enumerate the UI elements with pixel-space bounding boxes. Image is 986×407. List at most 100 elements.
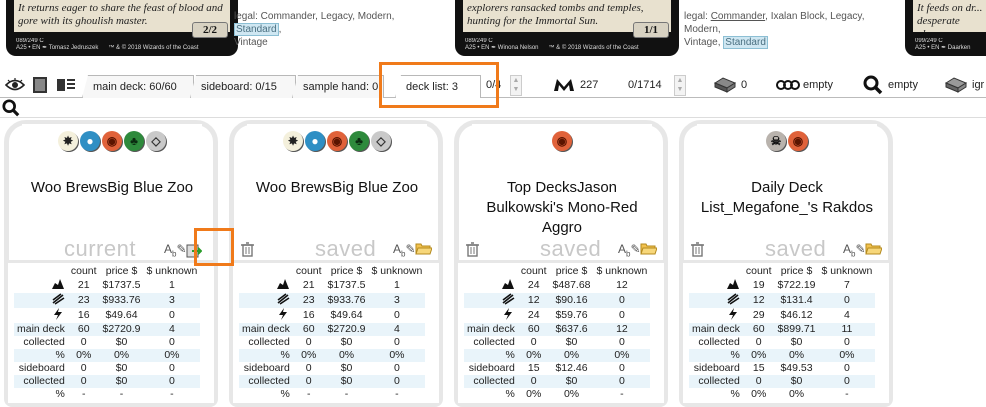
tab-sideboard[interactable]: sideboard: 0/15 <box>190 75 296 98</box>
legal-standard-tag[interactable]: Standard <box>234 23 279 36</box>
trash-icon[interactable] <box>466 242 479 260</box>
deck-panel[interactable]: ✸ ● ◉ ♣ ◇ Woo BrewsBig Blue Zoo current Ab✎ coun… <box>4 120 218 407</box>
view-list-icon[interactable] <box>55 75 77 95</box>
mana-r-icon: ◉ <box>552 131 572 151</box>
search-input[interactable] <box>20 99 980 116</box>
deck-panel[interactable]: ☠ ◉ Daily Deck List_Megafone_'s Rakdos save… <box>679 120 893 407</box>
table-cell: - <box>81 388 86 400</box>
table-cell: - <box>119 388 124 400</box>
legal-standard-tag[interactable]: Standard <box>723 36 768 49</box>
table-row: collected 0 $0 0 <box>464 336 650 349</box>
table-cell: $637.6 <box>549 323 594 336</box>
deck-stats-table: count price $ $ unknown 19 $722.19 7 12 $131.4 0… <box>689 265 876 401</box>
table-header-row: count price $ $ unknown <box>464 265 650 278</box>
mana-r-icon: ◉ <box>102 131 122 151</box>
card-credit: 089/249 C A25 • EN ✒ Winona Nelson ™ & ©… <box>465 38 639 51</box>
table-cell: - <box>395 388 399 400</box>
tab-sample-hand[interactable]: sample hand: 0 <box>292 75 384 98</box>
table-cell: 19 <box>752 279 765 291</box>
deck-panel[interactable]: ✸ ● ◉ ♣ ◇ Woo BrewsBig Blue Zoo saved Ab✎ count p… <box>229 120 443 407</box>
row-label: % <box>55 388 65 400</box>
creature-type-icon <box>14 278 68 293</box>
table-cell: 12 <box>593 323 651 336</box>
deck-stats-table: count price $ $ unknown 21 $1737.5 1 23 $933.76… <box>239 265 426 401</box>
mana-w-icon: ✸ <box>58 131 78 151</box>
rename-icon[interactable]: Ab✎ <box>164 242 187 258</box>
table-cell: $0 <box>790 336 803 348</box>
table-cell: 0 <box>755 336 762 348</box>
card-credit: 089/249 C A25 • EN ✒ Tomasz Jedruszek ™ … <box>16 38 199 51</box>
table-header-row: count price $ $ unknown <box>689 265 875 278</box>
table-cell: $933.76 <box>99 293 144 308</box>
collection-spinner[interactable]: ▲ ▼ <box>674 75 686 96</box>
table-cell: 60 <box>67 323 100 336</box>
table-cell: $0 <box>340 362 353 374</box>
collection-range: 0/1714 <box>628 79 662 91</box>
eye-icon[interactable] <box>4 75 26 95</box>
column-header: $ unknown <box>821 265 873 277</box>
deck-stats-table: count price $ $ unknown 21 $1737.5 1 23 $933.76… <box>14 265 201 401</box>
deck-title[interactable]: Woo BrewsBig Blue Zoo <box>22 178 202 198</box>
table-cell: 0 <box>618 336 625 348</box>
search-icon <box>2 99 20 120</box>
table-cell: - <box>170 388 174 400</box>
filter-label: empty <box>803 79 833 91</box>
rename-icon[interactable]: Ab✎ <box>618 242 641 258</box>
trash-icon[interactable] <box>241 242 254 260</box>
card-preview-1[interactable]: It returns eager to share the feast of b… <box>6 0 238 56</box>
deck-title[interactable]: Woo BrewsBig Blue Zoo <box>247 178 427 198</box>
ignore-box-icon[interactable] <box>944 75 968 95</box>
table-row: 21 $1737.5 1 <box>14 278 200 293</box>
deck-colors: ✸ ● ◉ ♣ ◇ <box>22 131 202 157</box>
collection-box-icon[interactable] <box>713 75 737 95</box>
deck-state-label: saved <box>765 236 827 261</box>
table-cell: 0% <box>563 388 580 400</box>
table-cell: 0% <box>751 388 767 400</box>
deck-title[interactable]: Daily Deck List_Megafone_'s Rakdos <box>697 178 877 218</box>
deck-colors: ✸ ● ◉ ♣ ◇ <box>247 131 427 157</box>
table-cell: 0% <box>368 349 426 362</box>
table-cell: 29 <box>752 309 765 321</box>
column-header: price $ <box>555 265 588 277</box>
table-row: % 0% 0% - <box>689 388 875 401</box>
table-cell: 0% <box>67 349 100 362</box>
row-label: main deck <box>14 323 68 336</box>
table-row: 12 $131.4 0 <box>689 293 876 308</box>
card-preview-3[interactable]: It feeds on dr... desperate plea... 099/… <box>905 0 986 56</box>
folder-icon[interactable] <box>415 242 433 258</box>
rename-icon[interactable]: Ab✎ <box>843 242 866 258</box>
table-row: 12 $90.16 0 <box>464 293 651 308</box>
folder-icon[interactable] <box>640 242 658 258</box>
table-row: % - - - <box>14 388 200 401</box>
table-row: 29 $46.12 4 <box>689 308 875 323</box>
spell-type-icon <box>689 293 743 308</box>
table-cell: 3 <box>143 293 201 308</box>
table-cell: 12 <box>616 279 628 291</box>
folder-icon[interactable] <box>865 242 883 258</box>
trash-icon[interactable] <box>691 242 704 260</box>
table-cell: $0 <box>115 362 128 374</box>
filter-chain-icon[interactable] <box>775 75 801 95</box>
table-row: 16 $49.64 0 <box>239 308 425 323</box>
table-cell: 0 <box>168 336 175 348</box>
table-cell: 4 <box>843 309 850 321</box>
column-header: price $ <box>780 265 813 277</box>
deck-panel[interactable]: ◉ Top DecksJason Bulkowski's Mono-Red Agg… <box>454 120 668 407</box>
land-type-icon <box>464 308 518 323</box>
table-cell: $46.12 <box>780 309 813 321</box>
table-row: 23 $933.76 3 <box>239 293 426 308</box>
tab-main-deck[interactable]: main deck: 60/60 <box>82 75 194 98</box>
rename-icon[interactable]: Ab✎ <box>393 242 416 258</box>
view-stack-icon[interactable] <box>30 75 50 95</box>
table-cell: 16 <box>302 309 315 321</box>
table-cell: - <box>845 388 849 400</box>
deck-list-spinner[interactable]: ▲ ▼ <box>510 75 522 96</box>
card-preview-2[interactable]: explorers ransacked tombs and temples, h… <box>455 0 679 56</box>
magnifier-icon[interactable] <box>862 75 884 95</box>
row-label: main deck <box>689 323 743 336</box>
app-root: { "cards": [ { "text": "It returns eager… <box>0 0 986 407</box>
row-label: sideboard <box>693 362 740 374</box>
deck-title[interactable]: Top DecksJason Bulkowski's Mono-Red Aggr… <box>472 178 652 238</box>
table-cell: $0 <box>774 375 819 388</box>
table-cell: 0 <box>80 362 87 374</box>
